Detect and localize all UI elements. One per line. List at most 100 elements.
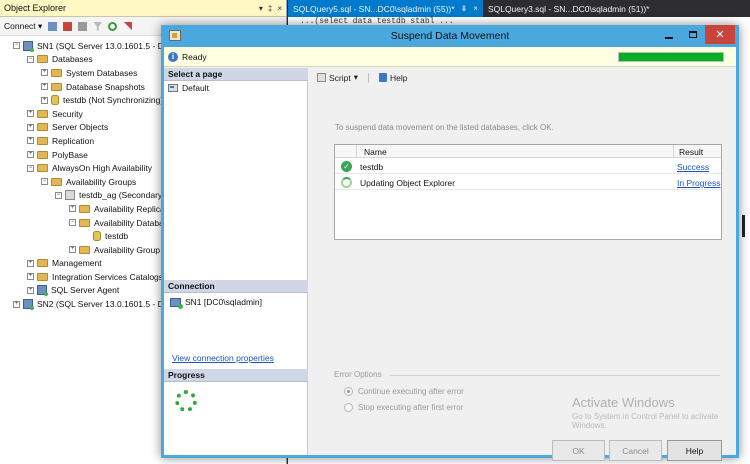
suspend-data-movement-dialog: Suspend Data Movement ✕ i Ready Select a… [161, 25, 739, 461]
expand-icon[interactable]: + [41, 96, 48, 104]
minimize-button[interactable] [657, 25, 681, 44]
page-item-default[interactable]: Default [168, 83, 209, 93]
availability-group-icon [65, 190, 75, 201]
cancel-button[interactable]: Cancel [609, 440, 662, 461]
expand-icon[interactable]: + [27, 273, 34, 281]
collapse-icon[interactable]: − [69, 219, 76, 227]
expand-icon[interactable]: + [69, 205, 76, 213]
tree-node-label: PolyBase [52, 149, 88, 160]
radio-unselected-icon [344, 403, 353, 412]
radio-label: Stop executing after first error [358, 403, 464, 412]
expand-icon[interactable]: + [69, 246, 76, 254]
connect-server-icon[interactable] [48, 21, 58, 31]
connect-button[interactable]: Connect ▾ [4, 21, 42, 32]
folder-icon [51, 68, 62, 77]
script-button[interactable]: Script ▾ [317, 72, 358, 83]
sql-agent-icon [37, 285, 48, 297]
group-divider [390, 375, 720, 376]
status-progress-bar [618, 52, 724, 62]
tree-node-label: Security [52, 108, 83, 119]
database-icon [51, 95, 59, 106]
column-header-name[interactable]: Name [364, 147, 387, 157]
row-result-link[interactable]: In Progress [677, 178, 720, 188]
database-icon [93, 231, 101, 242]
expand-icon[interactable]: + [27, 259, 34, 267]
editor-tab-strip: SQLQuery5.sql - SN...DC0\sqladmin (55))*… [288, 0, 750, 17]
tree-node-label: testdb [105, 231, 129, 242]
left-pane: Select a page Default Connection SN1 [DC… [164, 68, 308, 455]
table-row: Updating Object Explorer In Progress [335, 175, 721, 190]
filter-icon[interactable] [93, 21, 103, 31]
expand-icon[interactable]: + [27, 110, 34, 118]
tab-sqlquery5[interactable]: SQLQuery5.sql - SN...DC0\sqladmin (55))*… [288, 0, 483, 17]
maximize-button[interactable] [681, 25, 705, 44]
collapse-icon[interactable]: − [27, 55, 34, 63]
close-button[interactable]: ✕ [705, 25, 735, 44]
help-toolbar-button[interactable]: Help [379, 72, 408, 83]
collapse-icon[interactable]: − [13, 42, 20, 50]
expand-icon[interactable]: + [13, 300, 20, 308]
folder-icon [79, 218, 90, 227]
close-icon[interactable]: × [473, 4, 478, 13]
pin-icon[interactable]: ‡ [268, 4, 272, 13]
results-grid: Name Result ✓ testdb Success Updating Ob… [334, 144, 722, 240]
page-icon [168, 84, 178, 92]
connection-value: SN1 [DC0\sqladmin] [185, 297, 263, 307]
tab-sqlquery3[interactable]: SQLQuery3.sql - SN...DC0\sqladmin (51))* [483, 0, 655, 17]
row-name: testdb [360, 162, 384, 172]
tab-label: SQLQuery5.sql - SN...DC0\sqladmin (55))* [293, 3, 455, 14]
dialog-toolbar: Script ▾ Help [317, 72, 408, 83]
expand-icon[interactable]: + [41, 69, 48, 77]
expand-icon[interactable]: + [27, 151, 34, 159]
error-options-label: Error Options [334, 370, 386, 379]
activity-monitor-icon[interactable] [123, 21, 133, 31]
refresh-icon[interactable] [108, 21, 118, 31]
expand-icon[interactable]: + [27, 123, 34, 131]
maximize-icon [689, 31, 697, 38]
folder-icon [37, 55, 48, 64]
expand-icon[interactable]: + [41, 83, 48, 91]
dropdown-icon[interactable]: ▾ [259, 4, 263, 13]
collapse-icon[interactable]: − [55, 191, 62, 199]
editor-splitter[interactable] [742, 215, 745, 237]
folder-icon [79, 245, 90, 254]
tree-node-label: Integration Services Catalogs [52, 271, 164, 282]
pin-icon[interactable]: ⇟ [461, 4, 468, 13]
server-icon [23, 299, 34, 311]
column-header-result[interactable]: Result [679, 147, 703, 157]
info-icon: i [168, 52, 178, 62]
ok-button[interactable]: OK [552, 440, 605, 461]
tree-node-label: Database Snapshots [66, 81, 145, 92]
progress-heading: Progress [164, 369, 308, 382]
script-label: Script [329, 72, 351, 83]
column-divider[interactable] [673, 145, 674, 158]
success-check-icon: ✓ [341, 161, 352, 172]
row-result-link[interactable]: Success [677, 162, 709, 172]
expand-icon[interactable]: + [27, 286, 34, 294]
view-connection-properties-link[interactable]: View connection properties [172, 353, 274, 363]
tree-node-label: AlwaysOn High Availability [52, 163, 152, 174]
collapse-icon[interactable]: − [27, 164, 34, 172]
help-icon [379, 73, 388, 82]
expand-icon[interactable]: + [27, 137, 34, 145]
select-page-heading: Select a page [164, 68, 308, 81]
stop-icon[interactable] [78, 21, 88, 31]
continue-on-error-radio[interactable]: Continue executing after error [344, 387, 464, 396]
column-divider[interactable] [356, 145, 357, 158]
help-label: Help [390, 72, 408, 83]
disconnect-icon[interactable] [63, 21, 73, 31]
stop-on-error-radio[interactable]: Stop executing after first error [344, 403, 463, 412]
close-icon: ✕ [715, 29, 725, 41]
activate-windows-watermark: Activate Windows [572, 395, 675, 410]
folder-icon [37, 150, 48, 159]
dialog-titlebar[interactable]: Suspend Data Movement ✕ [161, 25, 739, 47]
connection-item: SN1 [DC0\sqladmin] [170, 297, 263, 309]
close-icon[interactable]: × [277, 4, 282, 13]
help-button[interactable]: Help [667, 440, 722, 461]
tree-node-label: System Databases [66, 67, 138, 78]
dialog-title: Suspend Data Movement [390, 30, 510, 42]
tree-node-label: Replication [52, 135, 95, 146]
dialog-body: i Ready Select a page Default Connection… [164, 47, 736, 461]
collapse-icon[interactable]: − [41, 178, 48, 186]
status-text: Ready [182, 52, 207, 62]
